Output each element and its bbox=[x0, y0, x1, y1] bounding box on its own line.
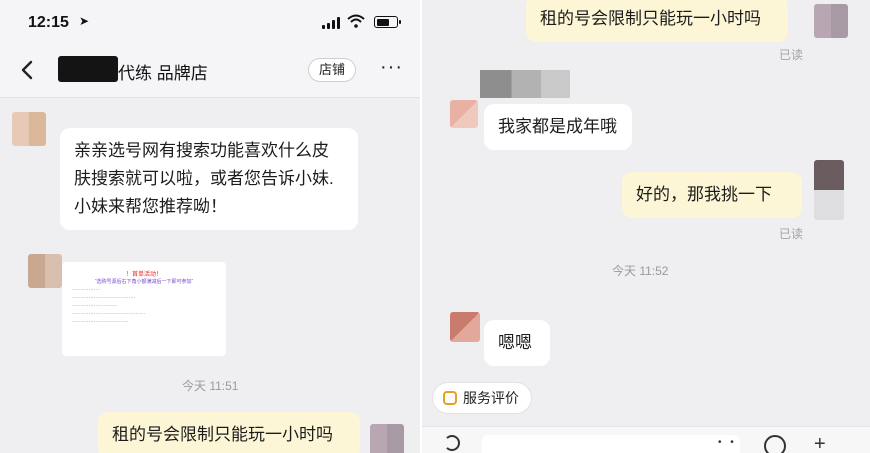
promo-line: ······································ bbox=[72, 295, 136, 301]
buyer-avatar[interactable] bbox=[370, 424, 404, 453]
emoji-icon[interactable]: • • bbox=[718, 437, 737, 448]
chat-header: 代练 品牌店 店铺 ··· bbox=[0, 42, 420, 98]
attachment-icon[interactable] bbox=[764, 435, 786, 453]
shop-name: 代练 品牌店 bbox=[118, 64, 208, 83]
location-arrow-icon: ➤ bbox=[79, 14, 90, 28]
promo-line: ················· bbox=[72, 287, 101, 293]
read-receipt: 已读 bbox=[779, 227, 804, 241]
redacted-shop-name bbox=[58, 56, 118, 82]
back-chevron-icon[interactable] bbox=[18, 58, 38, 82]
more-options-icon[interactable]: ··· bbox=[380, 56, 403, 79]
seller-message-bubble: 嗯嗯 bbox=[484, 320, 550, 366]
service-review-label: 服务评价 bbox=[463, 390, 519, 406]
promo-line: “选购号源后右下角小额满减后一下即可参加” bbox=[94, 279, 194, 285]
buyer-avatar[interactable] bbox=[814, 4, 848, 38]
status-bar: 12:15 ➤ bbox=[0, 0, 420, 42]
buyer-avatar[interactable] bbox=[814, 160, 844, 220]
status-time: 12:15 bbox=[28, 14, 69, 31]
message-input-bar: • • + bbox=[422, 426, 870, 453]
buyer-message-bubble: 好的，那我挑一下 bbox=[622, 172, 802, 218]
cellular-signal-icon bbox=[322, 17, 340, 29]
seller-message-bubble: 亲亲选号网有搜索功能喜欢什么皮肤搜索就可以啦，或者您告诉小妹.小妹来帮您推荐呦！ bbox=[60, 128, 358, 230]
service-review-icon bbox=[443, 391, 457, 405]
promo-line: ·································· bbox=[72, 319, 129, 325]
promo-title: ！首单活动！ bbox=[125, 272, 162, 278]
chat-timestamp: 今天 11:51 bbox=[182, 379, 239, 393]
right-chat-screenshot: 租的号会限制只能玩一小时吗 已读 我家都是成年哦 好的，那我挑一下 已读 今天 … bbox=[422, 0, 870, 453]
shop-button[interactable]: 店铺 bbox=[308, 58, 357, 82]
promo-image-message[interactable]: ！首单活动！ “选购号源后右下角小额满减后一下即可参加” ···········… bbox=[62, 262, 226, 356]
buyer-message-bubble: 租的号会限制只能玩一小时吗 bbox=[98, 412, 360, 453]
promo-line: ········································… bbox=[72, 311, 146, 317]
blurred-name bbox=[480, 70, 570, 98]
read-receipt: 已读 bbox=[779, 48, 804, 62]
message-input[interactable] bbox=[482, 435, 740, 453]
voice-input-icon[interactable] bbox=[444, 435, 460, 451]
chat-timestamp: 今天 11:52 bbox=[612, 264, 669, 278]
buyer-message-bubble: 租的号会限制只能玩一小时吗 bbox=[526, 0, 788, 42]
seller-avatar[interactable] bbox=[12, 112, 46, 146]
seller-avatar[interactable] bbox=[450, 100, 478, 128]
seller-message-bubble: 我家都是成年哦 bbox=[484, 104, 632, 150]
wifi-icon bbox=[347, 14, 365, 28]
left-chat-screenshot: 12:15 ➤ 代练 品牌店 店铺 ··· 亲亲选号网有搜索功能喜欢什么皮肤搜索… bbox=[0, 0, 420, 453]
seller-avatar[interactable] bbox=[28, 254, 62, 288]
plus-icon[interactable]: + bbox=[814, 433, 826, 453]
battery-icon bbox=[374, 16, 401, 28]
service-review-button[interactable]: 服务评价 bbox=[432, 382, 532, 414]
seller-avatar[interactable] bbox=[450, 312, 480, 342]
promo-line: ··························· bbox=[72, 303, 117, 309]
